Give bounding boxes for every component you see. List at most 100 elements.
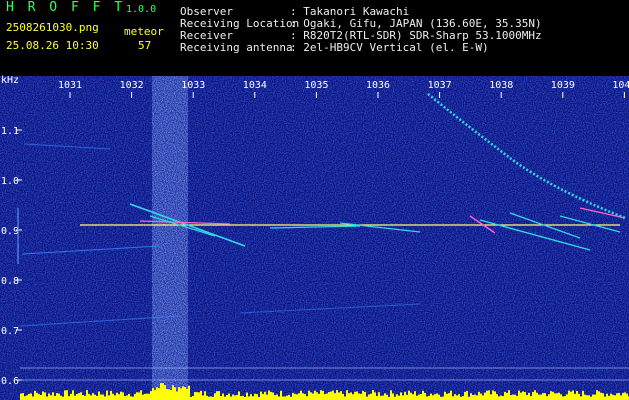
level-bar [444, 391, 446, 400]
level-bar [442, 396, 444, 400]
y-tick-label: 0.7 [1, 326, 19, 337]
level-bar [410, 392, 412, 400]
level-bar [204, 391, 206, 400]
level-bar [364, 391, 366, 400]
level-bar [32, 396, 34, 400]
level-bar [454, 394, 456, 400]
level-bar [58, 393, 60, 400]
level-bar [488, 390, 490, 400]
level-bar [578, 393, 580, 400]
level-bar [512, 394, 514, 400]
level-bar [62, 396, 64, 400]
level-bar [24, 396, 26, 400]
level-bar [158, 388, 160, 400]
level-bar [182, 386, 184, 400]
level-bar [436, 393, 438, 400]
level-bar [606, 393, 608, 400]
level-bar [40, 395, 42, 400]
level-bar [324, 394, 326, 400]
level-bar [568, 390, 570, 400]
level-bar [368, 394, 370, 400]
level-bar [306, 396, 308, 400]
level-bar [278, 396, 280, 400]
level-bar [464, 391, 466, 400]
level-bar [214, 393, 216, 400]
level-bar [22, 393, 24, 400]
level-bar [164, 385, 166, 400]
level-bar [376, 395, 378, 400]
x-tick-label: 1032 [120, 80, 144, 91]
level-bar [556, 393, 558, 400]
level-bar [382, 395, 384, 400]
level-bar [122, 392, 124, 400]
antenna-label: Receiving antenna [180, 41, 293, 54]
level-bar [222, 393, 224, 400]
level-bar [570, 391, 572, 400]
level-bar [374, 392, 376, 400]
level-bar [166, 389, 168, 400]
level-bar [320, 390, 322, 400]
level-bar [274, 395, 276, 400]
level-bar [390, 390, 392, 400]
app-title: H R O F F T [6, 0, 126, 15]
level-bar [276, 394, 278, 400]
level-bar [350, 392, 352, 400]
level-bar [260, 391, 262, 400]
level-bar [174, 387, 176, 400]
level-bar [48, 393, 50, 400]
level-bar [458, 394, 460, 400]
level-bar [486, 390, 488, 400]
level-bar [160, 383, 162, 400]
level-bar [264, 391, 266, 400]
level-bar [344, 396, 346, 400]
app-version: 1.0.0 [126, 4, 157, 15]
level-bar [604, 396, 606, 400]
level-bar [152, 388, 154, 400]
level-bar [586, 395, 588, 400]
level-bar [596, 390, 598, 400]
level-bar [80, 392, 82, 400]
level-bar [28, 393, 30, 400]
level-bar [120, 391, 122, 400]
level-bar [60, 395, 62, 400]
level-bar [594, 394, 596, 400]
level-bar [280, 390, 282, 400]
level-bar [26, 395, 28, 400]
file-name: 2508261030.png [6, 21, 99, 34]
level-bar [582, 390, 584, 400]
level-bar [150, 391, 152, 400]
level-bar [358, 393, 360, 400]
level-bar [102, 394, 104, 400]
level-bar [230, 396, 232, 400]
spectrogram-svg: 1031 1032 1033 1034 1035 1036 1037 1038 1039 1040… [0, 75, 629, 400]
level-bar [240, 396, 242, 400]
level-bar [406, 394, 408, 400]
level-bar [504, 391, 506, 400]
level-bar [300, 390, 302, 400]
level-bar [234, 395, 236, 400]
level-bar [82, 395, 84, 400]
level-bar [130, 396, 132, 400]
level-bar [210, 396, 212, 400]
level-bar [116, 392, 118, 400]
level-bar [540, 394, 542, 400]
level-bar [610, 393, 612, 400]
level-bar [68, 396, 70, 400]
level-bar [506, 392, 508, 400]
level-bar [532, 392, 534, 400]
level-bar [246, 392, 248, 400]
level-bar [362, 390, 364, 400]
level-bar [398, 395, 400, 400]
level-bar [516, 395, 518, 400]
level-bar [494, 391, 496, 400]
level-bar [416, 395, 418, 400]
level-bar [438, 394, 440, 400]
level-bar [340, 391, 342, 400]
level-bar [316, 392, 318, 400]
level-bar [126, 395, 128, 400]
level-bar [396, 394, 398, 400]
level-bar [252, 396, 254, 400]
level-bar [200, 390, 202, 400]
level-bar [510, 395, 512, 400]
level-bar [386, 394, 388, 400]
